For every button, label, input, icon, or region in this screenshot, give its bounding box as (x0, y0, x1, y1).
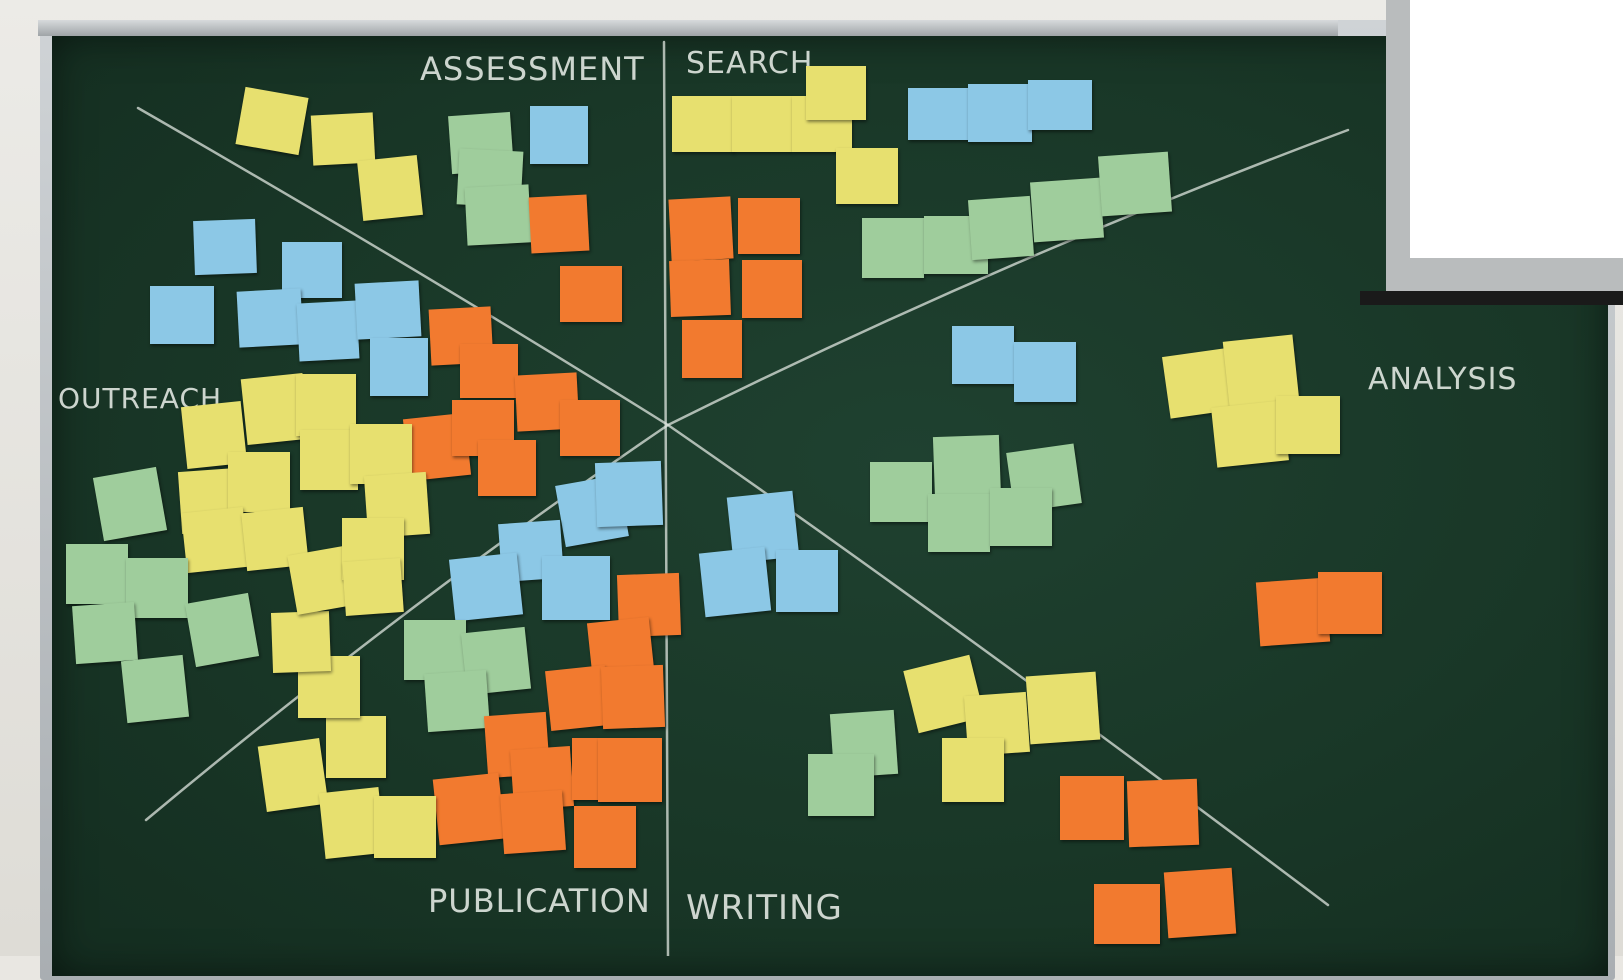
sticky-note (478, 440, 536, 496)
sticky-note (228, 452, 290, 512)
sticky-note (448, 552, 524, 622)
sticky-note (669, 258, 731, 318)
sticky-note (257, 738, 329, 812)
sticky-note (499, 789, 567, 855)
sticky-note (560, 400, 620, 456)
sticky-note (92, 466, 168, 542)
sticky-note (1028, 80, 1092, 130)
sticky-note (968, 84, 1032, 142)
sticky-note (668, 196, 734, 262)
sticky-note (1029, 177, 1105, 243)
label-assessment: ASSESSMENT (420, 50, 645, 88)
sticky-note (942, 738, 1004, 802)
sticky-note (574, 806, 636, 868)
sticky-note (270, 611, 332, 673)
sticky-note (236, 288, 304, 348)
sticky-note (598, 738, 662, 802)
sticky-note (296, 300, 360, 362)
sticky-note (808, 754, 874, 816)
sticky-note (967, 195, 1035, 261)
sticky-note (193, 218, 257, 276)
sticky-note (862, 218, 924, 278)
sticky-note (738, 198, 800, 254)
sticky-note (1163, 867, 1237, 939)
sticky-note (424, 669, 490, 733)
sticky-note (464, 184, 532, 246)
sticky-note (530, 106, 588, 164)
sticky-note (354, 280, 422, 340)
sticky-note (742, 260, 802, 318)
label-analysis: ANALYSIS (1368, 362, 1518, 397)
sticky-note (1025, 671, 1101, 745)
sticky-note (72, 601, 138, 665)
sticky-note (928, 494, 990, 552)
sticky-note (776, 550, 838, 612)
sticky-note (150, 286, 214, 344)
sticky-note (1318, 572, 1382, 634)
chalk-line-vertical (662, 40, 670, 956)
sticky-note (1014, 342, 1076, 402)
sticky-note (432, 772, 506, 846)
sticky-note (460, 344, 518, 398)
sticky-note (296, 374, 356, 436)
sticky-note (370, 338, 428, 396)
sticky-note (542, 556, 610, 620)
sticky-note (184, 592, 260, 668)
sticky-note (126, 558, 188, 618)
sticky-note (326, 716, 386, 778)
sticky-note (560, 266, 622, 322)
sticky-note (836, 148, 898, 204)
sticky-note (952, 326, 1014, 384)
sticky-note (310, 112, 376, 166)
sticky-note (672, 96, 734, 152)
sticky-note (374, 796, 436, 858)
sticky-note (528, 194, 590, 254)
sticky-note (990, 488, 1052, 546)
sticky-note (235, 86, 309, 156)
sticky-note (342, 558, 404, 616)
sticky-note (357, 155, 423, 221)
sticky-note (1060, 776, 1124, 840)
label-search: SEARCH (686, 46, 814, 81)
sticky-note (806, 66, 866, 120)
sticky-note (1276, 396, 1340, 454)
sticky-note (594, 460, 664, 528)
sticky-note (66, 544, 128, 604)
sticky-note (698, 546, 772, 618)
sticky-note (682, 320, 742, 378)
sticky-note (1097, 151, 1173, 217)
sticky-note (181, 506, 249, 574)
sticky-note (870, 462, 932, 522)
sticky-note (120, 654, 190, 724)
sticky-note (600, 664, 666, 730)
sticky-note (1094, 884, 1160, 944)
sticky-note (732, 96, 792, 152)
sticky-note (1126, 778, 1200, 848)
label-publication: PUBLICATION (428, 882, 651, 920)
sticky-note (908, 88, 970, 140)
label-writing: WRITING (686, 888, 843, 928)
